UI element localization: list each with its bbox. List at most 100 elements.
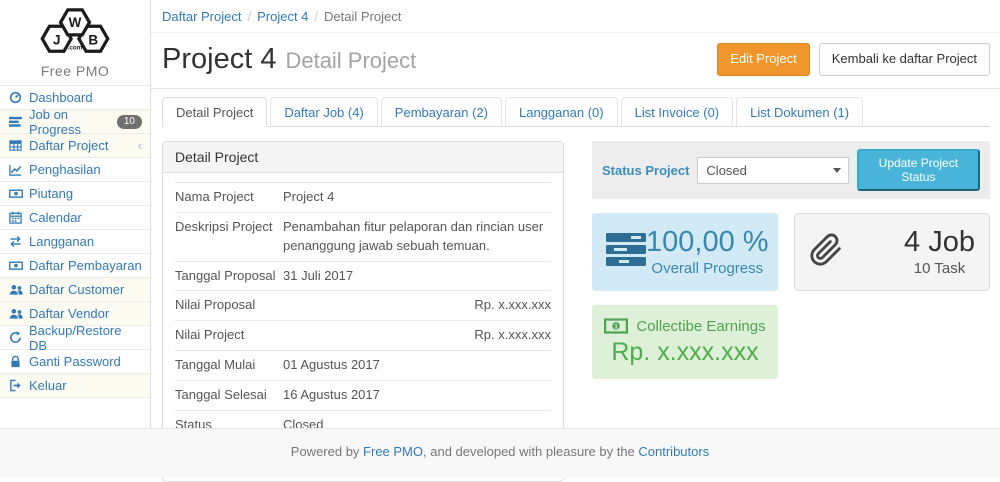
contributors-link[interactable]: Contributors (638, 444, 709, 459)
earnings-value: Rp. x.xxx.xxx (602, 338, 768, 367)
sidebar-item-backup-restore-db[interactable]: Backup/Restore DB (0, 326, 150, 350)
svg-text:1: 1 (615, 323, 619, 330)
breadcrumb-project-4[interactable]: Project 4 (257, 9, 308, 24)
tasks-icon (606, 232, 646, 273)
sidebar-item-keluar[interactable]: Keluar (0, 374, 150, 398)
table-row-tanggal-proposal: Tanggal Proposal 31 Juli 2017 (175, 262, 551, 292)
sidebar-item-label: Dashboard (29, 90, 93, 105)
row-value: 16 Agustus 2017 (283, 386, 551, 405)
sidebar-item-label: Daftar Project (29, 138, 108, 153)
money-icon (8, 259, 23, 272)
stat-cards-row: 100,00 % Overall Progress 4 Job 10 T (592, 213, 990, 291)
breadcrumb-separator: / (308, 9, 324, 24)
sign-out-icon (8, 379, 23, 392)
line-chart-icon (8, 163, 23, 176)
footer: Powered by Free PMO, and developed with … (0, 428, 1000, 478)
table-row-nilai-proposal: Nilai Proposal Rp. x.xxx.xxx (175, 291, 551, 321)
refresh-icon (8, 331, 23, 344)
exchange-icon (8, 235, 23, 248)
job-count-badge: 10 (117, 115, 142, 129)
page-subtitle: Detail Project (285, 48, 416, 74)
table-row-nama-project: Nama Project Project 4 (175, 183, 551, 213)
job-count-value: 4 Job (904, 227, 975, 259)
sidebar-item-piutang[interactable]: Piutang (0, 182, 150, 206)
detail-table: Nama Project Project 4 Deskripsi Project… (175, 182, 551, 469)
sidebar: W J B .com Free PMO Dashboard Job on Pro (0, 0, 151, 428)
page-header: Project 4 Detail Project Edit Project Ke… (151, 33, 1000, 89)
back-to-project-list-button[interactable]: Kembali ke daftar Project (819, 43, 990, 75)
tab-pembayaran[interactable]: Pembayaran (2) (381, 97, 502, 126)
svg-text:W: W (69, 15, 82, 30)
lock-icon (8, 355, 23, 368)
sidebar-item-label: Daftar Pembayaran (29, 258, 142, 273)
sidebar-item-label: Ganti Password (29, 354, 121, 369)
app-logo[interactable]: W J B .com Free PMO (0, 0, 150, 79)
row-value: 01 Agustus 2017 (283, 356, 551, 375)
sidebar-item-label: Penghasilan (29, 162, 101, 177)
money-icon (8, 187, 23, 200)
panel-title: Detail Project (163, 142, 563, 173)
row-label: Deskripsi Project (175, 218, 283, 256)
tab-detail-project[interactable]: Detail Project (162, 97, 267, 127)
tab-langganan[interactable]: Langganan (0) (505, 97, 618, 126)
sidebar-item-label: Calendar (29, 210, 82, 225)
status-project-label: Status Project (602, 163, 689, 178)
breadcrumb-daftar-project[interactable]: Daftar Project (162, 9, 241, 24)
sidebar-item-label: Piutang (29, 186, 73, 201)
footer-text: Powered by (291, 444, 363, 459)
sidebar-item-label: Keluar (29, 378, 67, 393)
dashboard-icon (8, 91, 23, 104)
sidebar-item-langganan[interactable]: Langganan (0, 230, 150, 254)
row-label: Tanggal Proposal (175, 267, 283, 286)
free-pmo-link[interactable]: Free PMO (363, 444, 423, 459)
app-window: W J B .com Free PMO Dashboard Job on Pro (0, 0, 1000, 428)
sidebar-item-label: Backup/Restore DB (29, 323, 142, 353)
breadcrumb-current: Detail Project (324, 9, 401, 24)
row-label: Nilai Proposal (175, 296, 283, 315)
sidebar-item-daftar-project[interactable]: Daftar Project ‹ (0, 134, 150, 158)
money-icon: 1 (604, 318, 628, 334)
chevron-left-icon: ‹ (138, 139, 142, 152)
status-project-select[interactable]: Closed (697, 157, 848, 184)
sidebar-item-label: Daftar Vendor (29, 306, 109, 321)
sidebar-item-penghasilan[interactable]: Penghasilan (0, 158, 150, 182)
tasks-icon (8, 115, 23, 128)
svg-text:.com: .com (68, 44, 83, 51)
task-count-value: 10 Task (904, 260, 975, 277)
sidebar-item-calendar[interactable]: Calendar (0, 206, 150, 230)
breadcrumb-separator: / (241, 9, 257, 24)
main-content: Daftar Project/Project 4/Detail Project … (151, 0, 1000, 428)
overall-progress-label: Overall Progress (646, 260, 769, 277)
status-select-wrap: Closed (697, 157, 848, 184)
breadcrumb: Daftar Project/Project 4/Detail Project (151, 0, 1000, 33)
edit-project-button[interactable]: Edit Project (717, 43, 809, 75)
row-value: Rp. x.xxx.xxx (283, 296, 551, 315)
svg-text:J: J (53, 33, 61, 48)
sidebar-item-label: Langganan (29, 234, 94, 249)
tab-list-dokumen[interactable]: List Dokumen (1) (736, 97, 863, 126)
row-label: Nilai Project (175, 326, 283, 345)
collectible-earnings-card: 1 Collectibe Earnings Rp. x.xxx.xxx (592, 305, 778, 379)
row-label: Tanggal Mulai (175, 356, 283, 375)
tab-daftar-job[interactable]: Daftar Job (4) (270, 97, 377, 126)
tab-list-invoice[interactable]: List Invoice (0) (621, 97, 734, 126)
sidebar-item-daftar-customer[interactable]: Daftar Customer (0, 278, 150, 302)
page-title: Project 4 (162, 43, 276, 76)
sidebar-menu: Dashboard Job on Progress 10 Daftar Proj… (0, 85, 150, 398)
jwb-hexagon-logo: W J B .com (27, 6, 123, 58)
footer-text: , and developed with pleasure by the (423, 444, 638, 459)
update-project-status-button[interactable]: Update Project Status (857, 149, 980, 191)
table-row-tanggal-mulai: Tanggal Mulai 01 Agustus 2017 (175, 351, 551, 381)
users-icon (8, 307, 23, 320)
sidebar-item-daftar-pembayaran[interactable]: Daftar Pembayaran (0, 254, 150, 278)
row-label: Tanggal Selesai (175, 386, 283, 405)
table-row-nilai-project: Nilai Project Rp. x.xxx.xxx (175, 321, 551, 351)
sidebar-item-label: Daftar Customer (29, 282, 124, 297)
table-row-tanggal-selesai: Tanggal Selesai 16 Agustus 2017 (175, 381, 551, 411)
overall-progress-value: 100,00 % (646, 227, 769, 259)
jobs-card: 4 Job 10 Task (794, 213, 990, 291)
sidebar-item-job-on-progress[interactable]: Job on Progress 10 (0, 110, 150, 134)
sidebar-item-ganti-password[interactable]: Ganti Password (0, 350, 150, 374)
table-row-deskripsi-project: Deskripsi Project Penambahan fitur pelap… (175, 213, 551, 262)
table-icon (8, 139, 23, 152)
